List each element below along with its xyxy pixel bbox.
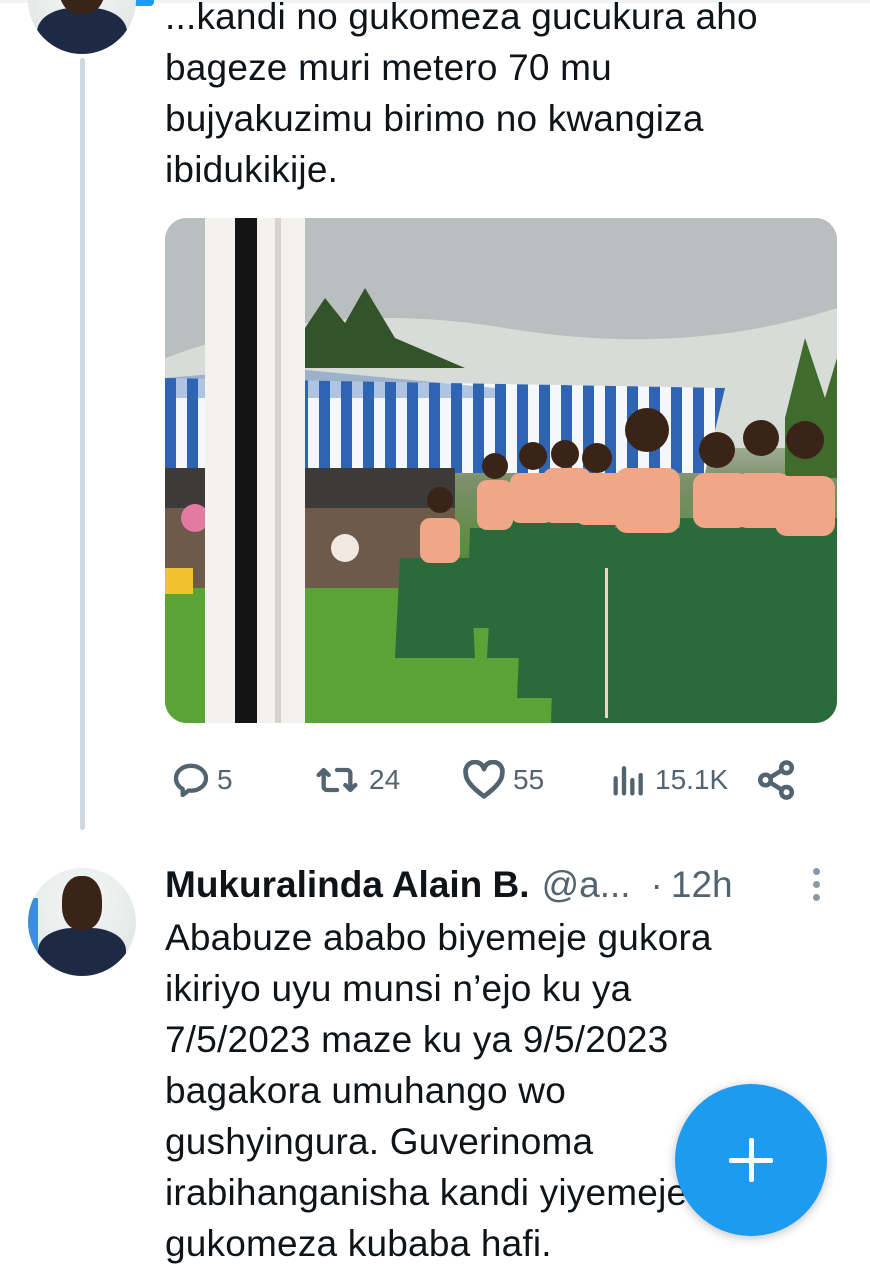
- share-button[interactable]: [755, 752, 797, 808]
- tweet-actions: 5 24 55 15.1K: [165, 752, 837, 808]
- views-button[interactable]: 15.1K: [609, 752, 728, 808]
- avatar[interactable]: [28, 0, 136, 54]
- share-icon: [757, 760, 795, 800]
- like-button[interactable]: 55: [461, 752, 544, 808]
- like-count: 55: [513, 764, 545, 795]
- thread-connector-line: [80, 58, 85, 830]
- photo-scene: [165, 218, 837, 723]
- reply-count: 5: [217, 764, 233, 795]
- reply-icon: [173, 763, 209, 798]
- tweet-text: ...kandi no gukomeza gucukura aho bageze…: [165, 0, 758, 190]
- more-options-icon[interactable]: [806, 864, 826, 904]
- views-count: 15.1K: [655, 764, 729, 795]
- retweet-count: 24: [369, 764, 401, 795]
- reply-button[interactable]: 5: [171, 752, 233, 808]
- heart-icon: [463, 760, 505, 799]
- avatar[interactable]: [28, 868, 136, 976]
- views-icon: [613, 766, 643, 796]
- tweet-photo[interactable]: [165, 218, 837, 723]
- author-name[interactable]: Mukuralinda Alain B.: [165, 864, 530, 906]
- author-handle[interactable]: @a...: [542, 864, 631, 906]
- retweet-button[interactable]: 24: [311, 752, 400, 808]
- retweet-icon: [316, 767, 358, 793]
- compose-fab[interactable]: [675, 1084, 827, 1236]
- tweet-header: Mukuralinda Alain B. @a... · 12h: [165, 860, 825, 910]
- separator-dot: ·: [650, 864, 663, 905]
- timestamp[interactable]: 12h: [671, 864, 733, 906]
